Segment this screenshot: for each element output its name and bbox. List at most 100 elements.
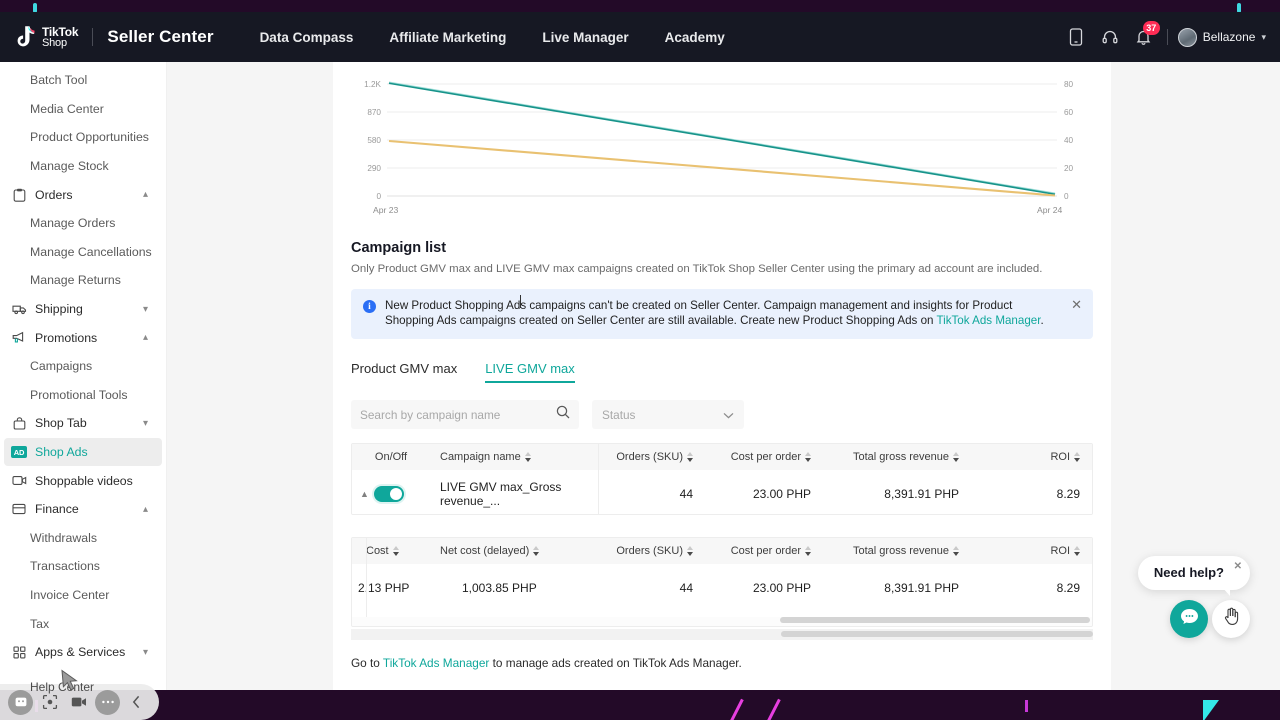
banner-text-part-1: New Product Shopping Ads campaigns can't…	[385, 299, 1012, 327]
sidebar-item-label: Promotional Tools	[30, 388, 128, 402]
column-header-on-off: On/Off	[352, 451, 430, 463]
nav-link-academy[interactable]: Academy	[647, 30, 743, 45]
sort-toggle-icon[interactable]	[1074, 452, 1080, 462]
sort-toggle-icon[interactable]	[687, 546, 693, 556]
nav-link-live-manager[interactable]: Live Manager	[524, 30, 646, 45]
table-row[interactable]: ▲ LIVE GMV max_Gross revenue_... 44 23.0…	[352, 470, 1092, 515]
tiktok-note-icon	[14, 25, 36, 49]
svg-text:0: 0	[1064, 192, 1069, 201]
sidebar-item-manage-cancellations[interactable]: Manage Cancellations	[0, 238, 166, 267]
nav-link-data-compass[interactable]: Data Compass	[242, 30, 372, 45]
sort-toggle-icon[interactable]	[805, 546, 811, 556]
chevron-down-icon[interactable]: ▾	[143, 647, 148, 658]
avatar	[1178, 28, 1197, 47]
sort-toggle-icon[interactable]	[953, 452, 959, 462]
tiktok-shop-logo[interactable]: TikTok Shop	[14, 25, 78, 49]
sidebar-item-finance[interactable]: Finance ▴	[0, 495, 166, 524]
chevron-up-expand-icon[interactable]: ▲	[360, 489, 369, 499]
frozen-column-separator	[598, 444, 599, 514]
sidebar-item-orders[interactable]: Orders ▴	[0, 180, 166, 209]
collapse-dock-icon[interactable]	[124, 690, 149, 715]
sidebar-item-manage-stock[interactable]: Manage Stock	[0, 152, 166, 181]
sidebar-item-label: Manage Orders	[30, 216, 115, 230]
help-button-group	[1138, 600, 1250, 638]
sidebar-item-promotions[interactable]: Promotions ▴	[0, 323, 166, 352]
column-header-orders-sku: Orders (SKU)	[598, 545, 703, 557]
table-horizontal-scrollbar-thumb[interactable]	[780, 617, 1090, 623]
outer-horizontal-scrollbar-track[interactable]	[351, 629, 1093, 640]
sort-toggle-icon[interactable]	[525, 452, 531, 462]
sidebar-item-shipping[interactable]: Shipping ▾	[0, 295, 166, 324]
column-header-total-gross-revenue: Total gross revenue	[821, 545, 969, 557]
sidebar-item-transactions[interactable]: Transactions	[0, 552, 166, 581]
search-campaign-box[interactable]	[351, 400, 579, 429]
sidebar-item-media-center[interactable]: Media Center	[0, 95, 166, 124]
sidebar-item-shop-ads[interactable]: AD Shop Ads	[4, 438, 162, 467]
sidebar-item-batch-tool[interactable]: Batch Tool	[0, 66, 166, 95]
table-header-row: Cost Net cost (delayed) Orders (SKU)	[352, 538, 1092, 564]
sidebar-item-label: Finance	[35, 502, 79, 516]
sidebar-item-withdrawals[interactable]: Withdrawals	[0, 524, 166, 553]
sidebar-item-invoice-center[interactable]: Invoice Center	[0, 581, 166, 610]
footer-link-tiktok-ads-manager[interactable]: TikTok Ads Manager	[383, 656, 489, 670]
chevron-down-icon[interactable]: ▾	[143, 304, 148, 315]
column-header-label: ROI	[1050, 545, 1070, 557]
sort-toggle-icon[interactable]	[687, 452, 693, 462]
filter-row: Status	[351, 400, 1093, 429]
sort-toggle-icon[interactable]	[953, 546, 959, 556]
hand-cursor-icon	[1223, 607, 1240, 631]
sidebar-item-promotional-tools[interactable]: Promotional Tools	[0, 381, 166, 410]
user-menu[interactable]: Bellazone ▾	[1174, 28, 1266, 47]
status-filter-select[interactable]: Status	[592, 400, 744, 429]
sidebar-item-tax[interactable]: Tax	[0, 609, 166, 638]
tab-product-gmv-max[interactable]: Product GMV max	[351, 361, 457, 383]
banner-link-tiktok-ads-manager[interactable]: TikTok Ads Manager	[936, 314, 1040, 327]
close-icon[interactable]: ✕	[1071, 298, 1082, 311]
close-icon[interactable]: ✕	[1234, 561, 1242, 572]
sidebar-item-shoppable-videos[interactable]: Shoppable videos	[0, 466, 166, 495]
table-row[interactable]: 2.13 PHP 1,003.85 PHP 44 23.00 PHP 8,391…	[352, 564, 1092, 612]
sort-toggle-icon[interactable]	[533, 546, 539, 556]
sidebar-item-label: Invoice Center	[30, 588, 109, 602]
chat-support-button[interactable]	[1170, 600, 1208, 638]
tab-live-gmv-max[interactable]: LIVE GMV max	[485, 361, 575, 383]
search-icon[interactable]	[556, 405, 570, 424]
sidebar-item-label: Transactions	[30, 559, 100, 573]
sort-toggle-icon[interactable]	[393, 546, 399, 556]
chevron-up-icon[interactable]: ▴	[143, 504, 148, 515]
sidebar-item-label: Media Center	[30, 102, 104, 116]
nav-right-divider	[1167, 29, 1168, 45]
column-header-total-gross-revenue: Total gross revenue	[821, 451, 969, 463]
sidebar-item-product-opportunities[interactable]: Product Opportunities	[0, 123, 166, 152]
campaign-on-off-toggle[interactable]	[374, 486, 404, 502]
drag-handle-button[interactable]	[1212, 600, 1250, 638]
chevron-down-icon[interactable]: ▾	[143, 418, 148, 429]
search-input[interactable]	[360, 408, 556, 422]
cell-net-cost-delayed: 1,003.85 PHP	[430, 581, 598, 595]
outer-horizontal-scrollbar-thumb[interactable]	[781, 631, 1093, 637]
sidebar-item-shop-tab[interactable]: Shop Tab ▾	[0, 409, 166, 438]
chart-svg: 1.2K 870 580 290 0 80 60 40 20 0	[351, 68, 1093, 220]
headset-support-icon[interactable]	[1093, 20, 1127, 54]
column-header-label: Campaign name	[440, 451, 521, 463]
chevron-up-icon[interactable]: ▴	[143, 332, 148, 343]
table-horizontal-scrollbar-track[interactable]	[352, 617, 1092, 626]
sort-toggle-icon[interactable]	[1074, 546, 1080, 556]
video-icon	[11, 473, 27, 489]
svg-text:20: 20	[1064, 164, 1074, 173]
more-options-icon[interactable]	[95, 690, 120, 715]
sidebar-item-manage-orders[interactable]: Manage Orders	[0, 209, 166, 238]
sidebar-item-apps-and-services[interactable]: Apps & Services ▾	[0, 638, 166, 667]
cell-roi: 8.29	[969, 487, 1090, 501]
notification-bell-icon[interactable]: 37	[1127, 20, 1161, 54]
nav-link-affiliate-marketing[interactable]: Affiliate Marketing	[371, 30, 524, 45]
seller-center-title[interactable]: Seller Center	[107, 27, 213, 47]
info-banner: i New Product Shopping Ads campaigns can…	[351, 289, 1093, 339]
sort-toggle-icon[interactable]	[805, 452, 811, 462]
column-header-orders-sku: Orders (SKU)	[598, 451, 703, 463]
chevron-up-icon[interactable]: ▴	[143, 189, 148, 200]
need-help-bubble[interactable]: Need help? ✕	[1138, 556, 1250, 590]
sidebar-item-campaigns[interactable]: Campaigns	[0, 352, 166, 381]
mobile-icon[interactable]	[1059, 20, 1093, 54]
sidebar-item-manage-returns[interactable]: Manage Returns	[0, 266, 166, 295]
